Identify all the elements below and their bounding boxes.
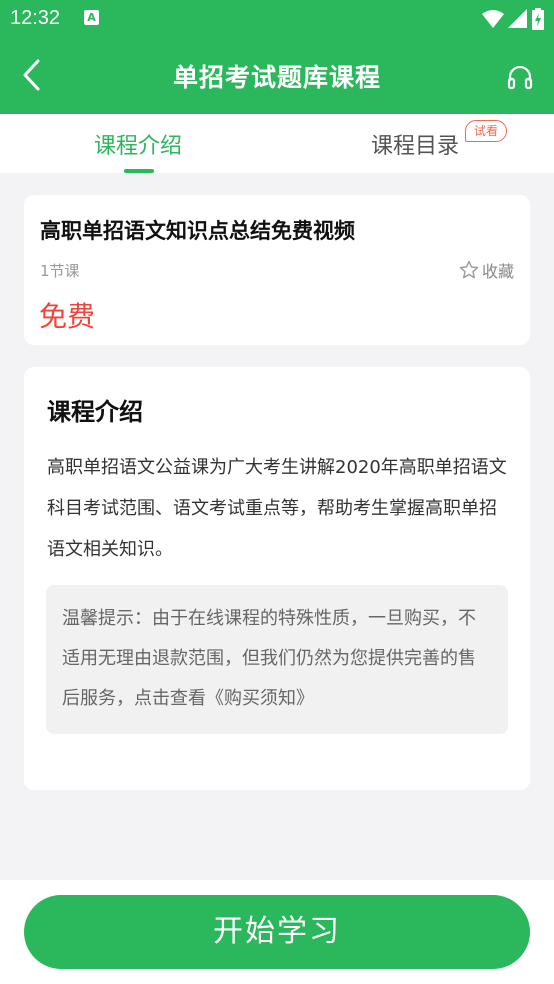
signal-icon <box>508 9 527 28</box>
active-tab-indicator <box>124 169 154 173</box>
tab-course-catalog[interactable]: 课程目录 <box>371 128 459 160</box>
start-learning-button[interactable]: 开始学习 <box>24 895 530 969</box>
app-bar: 单招考试题库课程 <box>0 37 554 114</box>
intro-heading: 课程介绍 <box>47 398 143 426</box>
wifi-icon <box>482 10 504 28</box>
intro-body: 高职单招语文公益课为广大考生讲解2020年高职单招语文科目考试范围、语文考试重点… <box>47 457 507 560</box>
course-info-card: 高职单招语文知识点总结免费视频 1节课 收藏 免费 <box>24 195 530 345</box>
course-intro-card: 课程介绍 高职单招语文公益课为广大考生讲解2020年高职单招语文科目考试范围、语… <box>24 367 530 790</box>
course-price: 免费 <box>39 300 96 333</box>
lesson-count: 1节课 <box>40 262 80 280</box>
status-time: 12:32 <box>10 7 61 29</box>
customer-service-button[interactable] <box>506 63 534 91</box>
notification-a-icon: A <box>84 10 99 25</box>
tab-course-intro[interactable]: 课程介绍 <box>94 128 182 160</box>
headset-icon <box>507 65 533 90</box>
star-icon <box>459 260 479 279</box>
favorite-button[interactable]: 收藏 <box>459 258 514 282</box>
trial-badge: 试看 <box>465 120 508 142</box>
purchase-notice[interactable]: 温馨提示：由于在线课程的特殊性质，一旦购买，不适用无理由退款范围，但我们仍然为您… <box>46 585 508 734</box>
status-icons <box>482 8 544 30</box>
favorite-label: 收藏 <box>481 262 514 281</box>
bottom-bar: 开始学习 <box>0 880 554 984</box>
status-bar: 12:32 A <box>0 0 554 37</box>
course-name: 高职单招语文知识点总结免费视频 <box>40 219 355 243</box>
battery-charging-icon <box>532 8 544 30</box>
page-title: 单招考试题库课程 <box>172 63 381 92</box>
